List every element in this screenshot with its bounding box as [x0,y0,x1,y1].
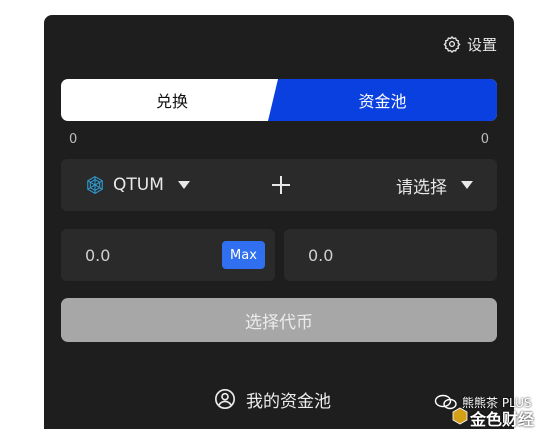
my-pool-link[interactable]: 我的资金池 [214,387,331,412]
liquidity-panel: 设置 兑换 资金池 0 0 QTUM 请选择 Max 选择代 [44,15,514,429]
amount-b-input[interactable] [308,229,438,281]
tab-swap[interactable]: 兑换 [61,79,283,121]
balance-token-a: 0 [69,132,78,147]
token-pair-row: QTUM 请选择 [61,159,497,211]
select-token-button[interactable]: 选择代币 [61,298,497,342]
amount-a-input[interactable] [85,229,215,281]
mode-tabs: 兑换 资金池 [61,79,497,121]
plus-icon [269,173,293,197]
amount-b-field [284,229,497,281]
gear-icon [443,36,461,53]
token-a-selector[interactable]: QTUM [85,159,190,211]
caret-down-icon [461,181,473,189]
max-button[interactable]: Max [222,241,265,269]
amount-a-field: Max [61,229,275,281]
settings-button[interactable]: 设置 [443,34,497,54]
tab-liquidity-pool[interactable]: 资金池 [268,79,497,121]
qtum-icon [87,176,103,194]
settings-label: 设置 [466,35,497,54]
token-b-selector[interactable]: 请选择 [396,159,473,211]
brand-logo-icon [452,407,468,425]
watermark-brand: 金色财经 [470,410,535,429]
user-circle-icon [215,389,235,409]
token-b-placeholder: 请选择 [396,177,447,198]
caret-down-icon [177,181,190,189]
token-a-symbol: QTUM [113,175,164,195]
watermark: 熊熊茶 PLUS 金色财经 [430,392,554,429]
balance-token-b: 0 [480,132,489,147]
my-pool-label: 我的资金池 [246,391,331,412]
